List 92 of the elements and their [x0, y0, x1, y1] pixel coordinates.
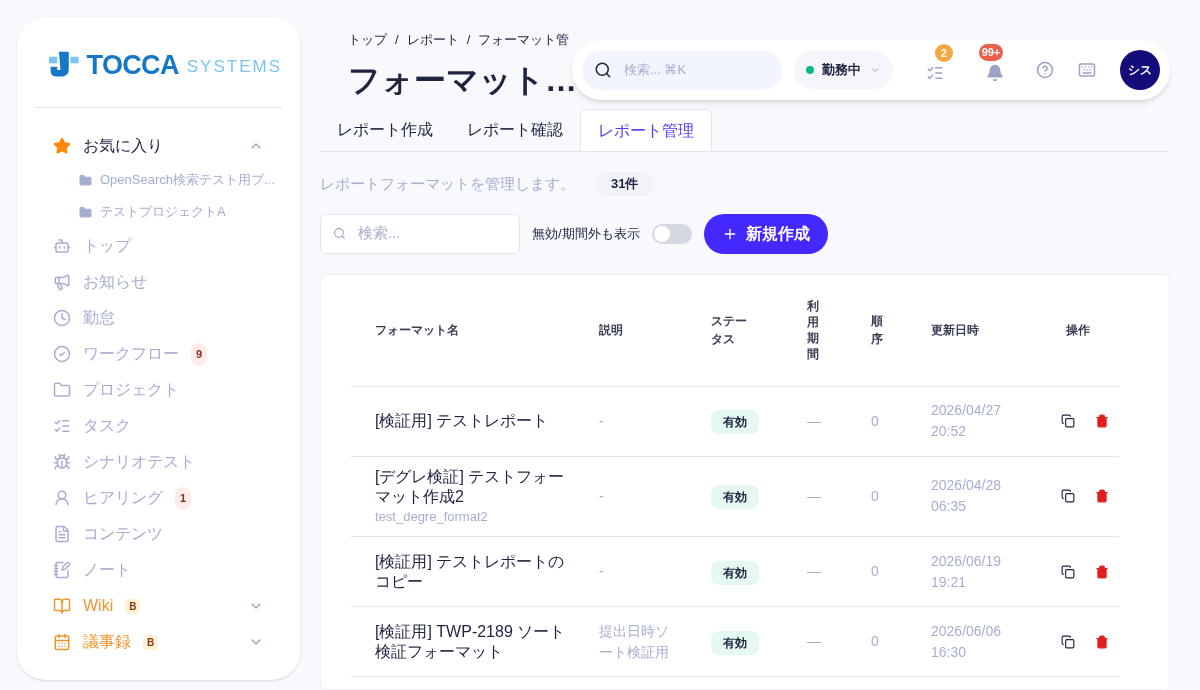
- bell-icon: [985, 64, 1004, 82]
- column-header: 更新日時: [931, 322, 980, 339]
- updated-cell-text: 2026/04/28 06:35: [931, 476, 1003, 517]
- new-button[interactable]: 新規作成: [703, 213, 828, 254]
- count-badge: 2: [934, 44, 953, 62]
- favorites-item[interactable]: お気に入り: [35, 128, 282, 164]
- folder-icon: [79, 205, 92, 219]
- updated-cell-text: 2026/06/19 19:21: [931, 551, 1003, 592]
- column-header: 順序: [871, 313, 884, 348]
- breadcrumb-link[interactable]: フォーマット管: [478, 30, 570, 50]
- period-cell-text: —: [807, 411, 822, 431]
- beta-tag: B: [143, 634, 159, 650]
- user-avatar[interactable]: シス: [1120, 50, 1160, 90]
- search-icon: [333, 227, 346, 240]
- help-icon[interactable]: [1036, 61, 1055, 79]
- count-badge: 1: [175, 486, 192, 510]
- work-status-dropdown[interactable]: 勤務中: [794, 51, 893, 89]
- order-cell-text: 0: [871, 411, 880, 431]
- breadcrumb-separator: /: [466, 31, 471, 49]
- format-name[interactable]: [検証用] TWP-2189 ソート検証フォーマット: [375, 621, 575, 662]
- format-name[interactable]: [デグレ検証] テストフォーマット作成2: [375, 466, 575, 507]
- book-icon: [53, 597, 71, 615]
- person-icon: [53, 489, 71, 507]
- copy-icon[interactable]: [1061, 634, 1075, 649]
- status-badge: 有効: [711, 410, 759, 434]
- calendar-icon: [53, 633, 71, 651]
- format-name[interactable]: [検証用] テストレポート: [375, 411, 575, 431]
- order-cell-text: 0: [871, 562, 880, 581]
- format-code: test_degre_format2: [375, 507, 489, 526]
- trash-icon[interactable]: [1095, 634, 1109, 649]
- tab[interactable]: レポート管理: [580, 109, 712, 151]
- status-badge: 有効: [711, 630, 759, 655]
- star-icon: [53, 137, 71, 155]
- column-header: 説明: [599, 322, 624, 339]
- nav-item[interactable]: ワークフロー 9: [35, 336, 282, 372]
- description-cell-text: 提出日時ソート検証用: [599, 621, 670, 662]
- toggle-switch[interactable]: [651, 223, 692, 244]
- clock-icon: [53, 309, 71, 327]
- trash-icon[interactable]: [1095, 489, 1109, 504]
- updated-cell-text: 2026/06/06 16:30: [931, 621, 1003, 662]
- robot-icon: [53, 237, 71, 255]
- checklist-icon: [53, 417, 71, 435]
- nav-item[interactable]: ヒアリング 1: [35, 480, 282, 516]
- column-header: 操作: [1065, 322, 1091, 339]
- search-icon: [594, 61, 612, 79]
- beta-tag: B: [125, 598, 141, 614]
- tab[interactable]: レポート確認: [450, 109, 580, 151]
- count-badge: 31件: [595, 172, 655, 196]
- format-name[interactable]: [検証用] テストレポートのコピー: [375, 551, 575, 592]
- column-header: フォーマット名: [375, 322, 460, 339]
- logo-text: TOCCA: [86, 48, 179, 82]
- note-icon: [53, 561, 71, 579]
- copy-icon[interactable]: [1061, 564, 1075, 579]
- page-description: レポートフォーマットを管理します。: [320, 173, 575, 194]
- search-placeholder: 検索... ⌘K: [624, 61, 687, 80]
- count-badge: 99+: [978, 44, 1004, 61]
- updated-cell-text: 2026/04/27 20:52: [931, 401, 1003, 441]
- bug-icon: [53, 453, 71, 471]
- megaphone-icon: [53, 273, 71, 291]
- period-cell-text: —: [807, 632, 822, 651]
- column-header: ステータス: [711, 313, 748, 348]
- check-circle-icon: [53, 345, 71, 363]
- folder-icon: [79, 173, 92, 187]
- breadcrumb-link[interactable]: レポート: [406, 30, 459, 50]
- search-placeholder: 検索...: [358, 223, 401, 244]
- nav-group-item[interactable]: 議事録 B: [35, 624, 282, 660]
- breadcrumb-link[interactable]: トップ: [348, 30, 387, 50]
- keyboard-icon[interactable]: [1078, 61, 1097, 79]
- description-cell-text: -: [599, 562, 605, 581]
- tab[interactable]: レポート作成: [320, 109, 450, 151]
- count-badge: 9: [191, 342, 208, 366]
- status-badge: 有効: [711, 560, 759, 585]
- nav-group-item[interactable]: Wiki B: [35, 588, 282, 624]
- trash-icon[interactable]: [1095, 564, 1109, 579]
- period-cell-text: —: [807, 486, 822, 506]
- page-title: フォーマット…: [348, 60, 578, 100]
- column-header: 利用期間: [807, 298, 820, 362]
- order-cell-text: 0: [871, 486, 880, 506]
- document-icon: [53, 525, 71, 543]
- description-cell-text: -: [599, 486, 605, 506]
- checklist-icon: [925, 64, 944, 82]
- period-cell-text: —: [807, 562, 822, 581]
- status-badge: 有効: [711, 485, 759, 510]
- logo-subtext: SYSTEMS: [186, 56, 282, 79]
- order-cell-text: 0: [871, 632, 880, 651]
- description-cell-text: -: [599, 411, 605, 431]
- trash-icon[interactable]: [1095, 414, 1109, 428]
- copy-icon[interactable]: [1061, 489, 1075, 504]
- copy-icon[interactable]: [1061, 414, 1075, 428]
- folder-icon: [53, 381, 71, 399]
- breadcrumb-separator: /: [395, 31, 399, 49]
- toggle-label: 無効/期間外も表示: [532, 224, 640, 243]
